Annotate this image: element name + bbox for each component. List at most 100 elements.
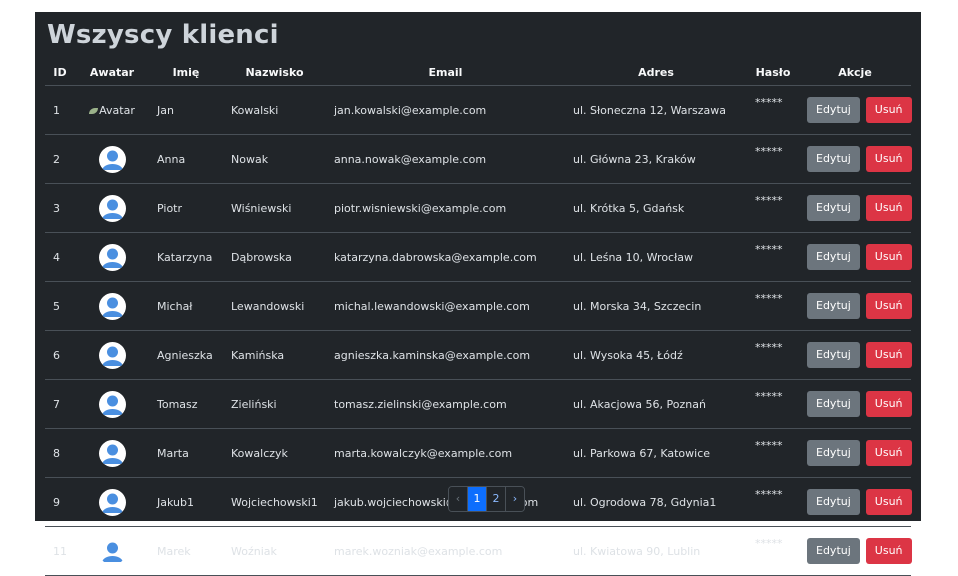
cell-address: ul. Ogrodowa 78, Gdynia1 xyxy=(565,477,747,527)
edit-button[interactable]: Edytuj xyxy=(807,244,860,270)
pagination-page-2[interactable]: 2 xyxy=(486,487,505,511)
delete-button[interactable]: Usuń xyxy=(865,489,912,515)
cell-email: jan.kowalski@example.com xyxy=(326,85,565,135)
edit-button[interactable]: Edytuj xyxy=(807,97,860,123)
table-row: 11 Marek Woźniak marek.wozniak@example.com u… xyxy=(45,526,912,576)
header-avatar: Awatar xyxy=(75,60,149,86)
user-avatar-icon xyxy=(98,439,126,467)
cell-id: 2 xyxy=(45,134,75,184)
delete-button[interactable]: Usuń xyxy=(865,391,912,417)
cell-last-name: Kowalski xyxy=(223,85,326,135)
cell-id: 3 xyxy=(45,183,75,233)
cell-actions: Edytuj Usuń xyxy=(799,281,912,331)
cell-id: 9 xyxy=(45,477,75,527)
delete-button[interactable]: Usuń xyxy=(865,538,912,564)
cell-last-name: Kamińska xyxy=(223,330,326,380)
clients-panel: Wszyscy klienci ID Awatar Imię Nazwisko … xyxy=(35,12,921,576)
cell-actions: Edytuj Usuń xyxy=(799,134,912,184)
table-row: 6 Agnieszka Kamińska agnieszka.kaminska@exa… xyxy=(45,330,912,380)
cell-email: marek.wozniak@example.com xyxy=(326,526,565,576)
user-avatar-icon xyxy=(98,390,126,418)
cell-password: ***** xyxy=(747,232,799,282)
edit-button[interactable]: Edytuj xyxy=(807,195,860,221)
cell-id: 4 xyxy=(45,232,75,282)
delete-button[interactable]: Usuń xyxy=(865,195,912,221)
cell-last-name: Zieliński xyxy=(223,379,326,429)
table-header-row: ID Awatar Imię Nazwisko Email Adres Hasł… xyxy=(45,60,911,86)
page-title: Wszyscy klienci xyxy=(47,20,279,50)
table-row: 4 Katarzyna Dąbrowska katarzyna.dabrowska@e… xyxy=(45,232,912,282)
header-password: Hasło xyxy=(747,60,799,86)
delete-button[interactable]: Usuń xyxy=(865,293,912,319)
cell-first-name: Michał xyxy=(149,281,223,331)
edit-button[interactable]: Edytuj xyxy=(807,538,860,564)
cell-address: ul. Morska 34, Szczecin xyxy=(565,281,747,331)
user-avatar-icon xyxy=(98,194,126,222)
avatar-cell xyxy=(75,134,149,184)
cell-password: ***** xyxy=(747,526,799,576)
user-avatar-icon xyxy=(98,341,126,369)
cell-actions: Edytuj Usuń xyxy=(799,183,912,233)
cell-id: 7 xyxy=(45,379,75,429)
cell-last-name: Woźniak xyxy=(223,526,326,576)
cell-email: piotr.wisniewski@example.com xyxy=(326,183,565,233)
edit-button[interactable]: Edytuj xyxy=(807,391,860,417)
cell-first-name: Marek xyxy=(149,526,223,576)
cell-id: 5 xyxy=(45,281,75,331)
table-row: 1 Avatar Jan Kowalski jan.kowalski@example.c… xyxy=(45,85,912,135)
cell-email: jakub.wojciechowski@ex2ample.com xyxy=(326,477,565,527)
cell-actions: Edytuj Usuń xyxy=(799,477,912,527)
cell-actions: Edytuj Usuń xyxy=(799,85,912,135)
header-actions: Akcje xyxy=(799,60,911,86)
cell-password: ***** xyxy=(747,281,799,331)
delete-button[interactable]: Usuń xyxy=(865,146,912,172)
edit-button[interactable]: Edytuj xyxy=(807,146,860,172)
delete-button[interactable]: Usuń xyxy=(865,440,912,466)
cell-password: ***** xyxy=(747,477,799,527)
window-margin xyxy=(921,0,958,521)
pagination-page-1[interactable]: 1 xyxy=(467,487,486,511)
pagination: ‹ 1 2 › xyxy=(448,486,525,512)
cell-email: marta.kowalczyk@example.com xyxy=(326,428,565,478)
edit-button[interactable]: Edytuj xyxy=(807,489,860,515)
cell-password: ***** xyxy=(747,330,799,380)
table-row: 7 Tomasz Zieliński tomasz.zielinski@example… xyxy=(45,379,912,429)
header-first-name: Imię xyxy=(149,60,223,86)
cell-last-name: Dąbrowska xyxy=(223,232,326,282)
cell-first-name: Piotr xyxy=(149,183,223,233)
table-row: 2 Anna Nowak anna.nowak@example.com ul. Głów… xyxy=(45,134,912,184)
avatar-cell xyxy=(75,183,149,233)
edit-button[interactable]: Edytuj xyxy=(807,293,860,319)
cell-first-name: Tomasz xyxy=(149,379,223,429)
cell-password: ***** xyxy=(747,379,799,429)
broken-image-icon: Avatar xyxy=(89,104,135,117)
cell-email: michal.lewandowski@example.com xyxy=(326,281,565,331)
cell-actions: Edytuj Usuń xyxy=(799,428,912,478)
cell-id: 1 xyxy=(45,85,75,135)
edit-button[interactable]: Edytuj xyxy=(807,342,860,368)
cell-actions: Edytuj Usuń xyxy=(799,379,912,429)
delete-button[interactable]: Usuń xyxy=(865,97,912,123)
cell-first-name: Anna xyxy=(149,134,223,184)
header-last-name: Nazwisko xyxy=(223,60,326,86)
pagination-prev[interactable]: ‹ xyxy=(449,487,467,511)
cell-password: ***** xyxy=(747,134,799,184)
cell-address: ul. Akacjowa 56, Poznań xyxy=(565,379,747,429)
header-address: Adres xyxy=(565,60,747,86)
header-id: ID xyxy=(45,60,75,86)
user-avatar-icon xyxy=(98,243,126,271)
avatar-cell xyxy=(75,526,149,576)
edit-button[interactable]: Edytuj xyxy=(807,440,860,466)
table-row: 5 Michał Lewandowski michal.lewandowski@exa… xyxy=(45,281,912,331)
cell-first-name: Agnieszka xyxy=(149,330,223,380)
cell-address: ul. Krótka 5, Gdańsk xyxy=(565,183,747,233)
delete-button[interactable]: Usuń xyxy=(865,244,912,270)
cell-first-name: Jan xyxy=(149,85,223,135)
cell-last-name: Wojciechowski1 xyxy=(223,477,326,527)
pagination-next[interactable]: › xyxy=(505,487,524,511)
user-avatar-icon xyxy=(98,537,126,565)
cell-password: ***** xyxy=(747,183,799,233)
table-row: 3 Piotr Wiśniewski piotr.wisniewski@example… xyxy=(45,183,912,233)
delete-button[interactable]: Usuń xyxy=(865,342,912,368)
cell-address: ul. Parkowa 67, Katowice xyxy=(565,428,747,478)
